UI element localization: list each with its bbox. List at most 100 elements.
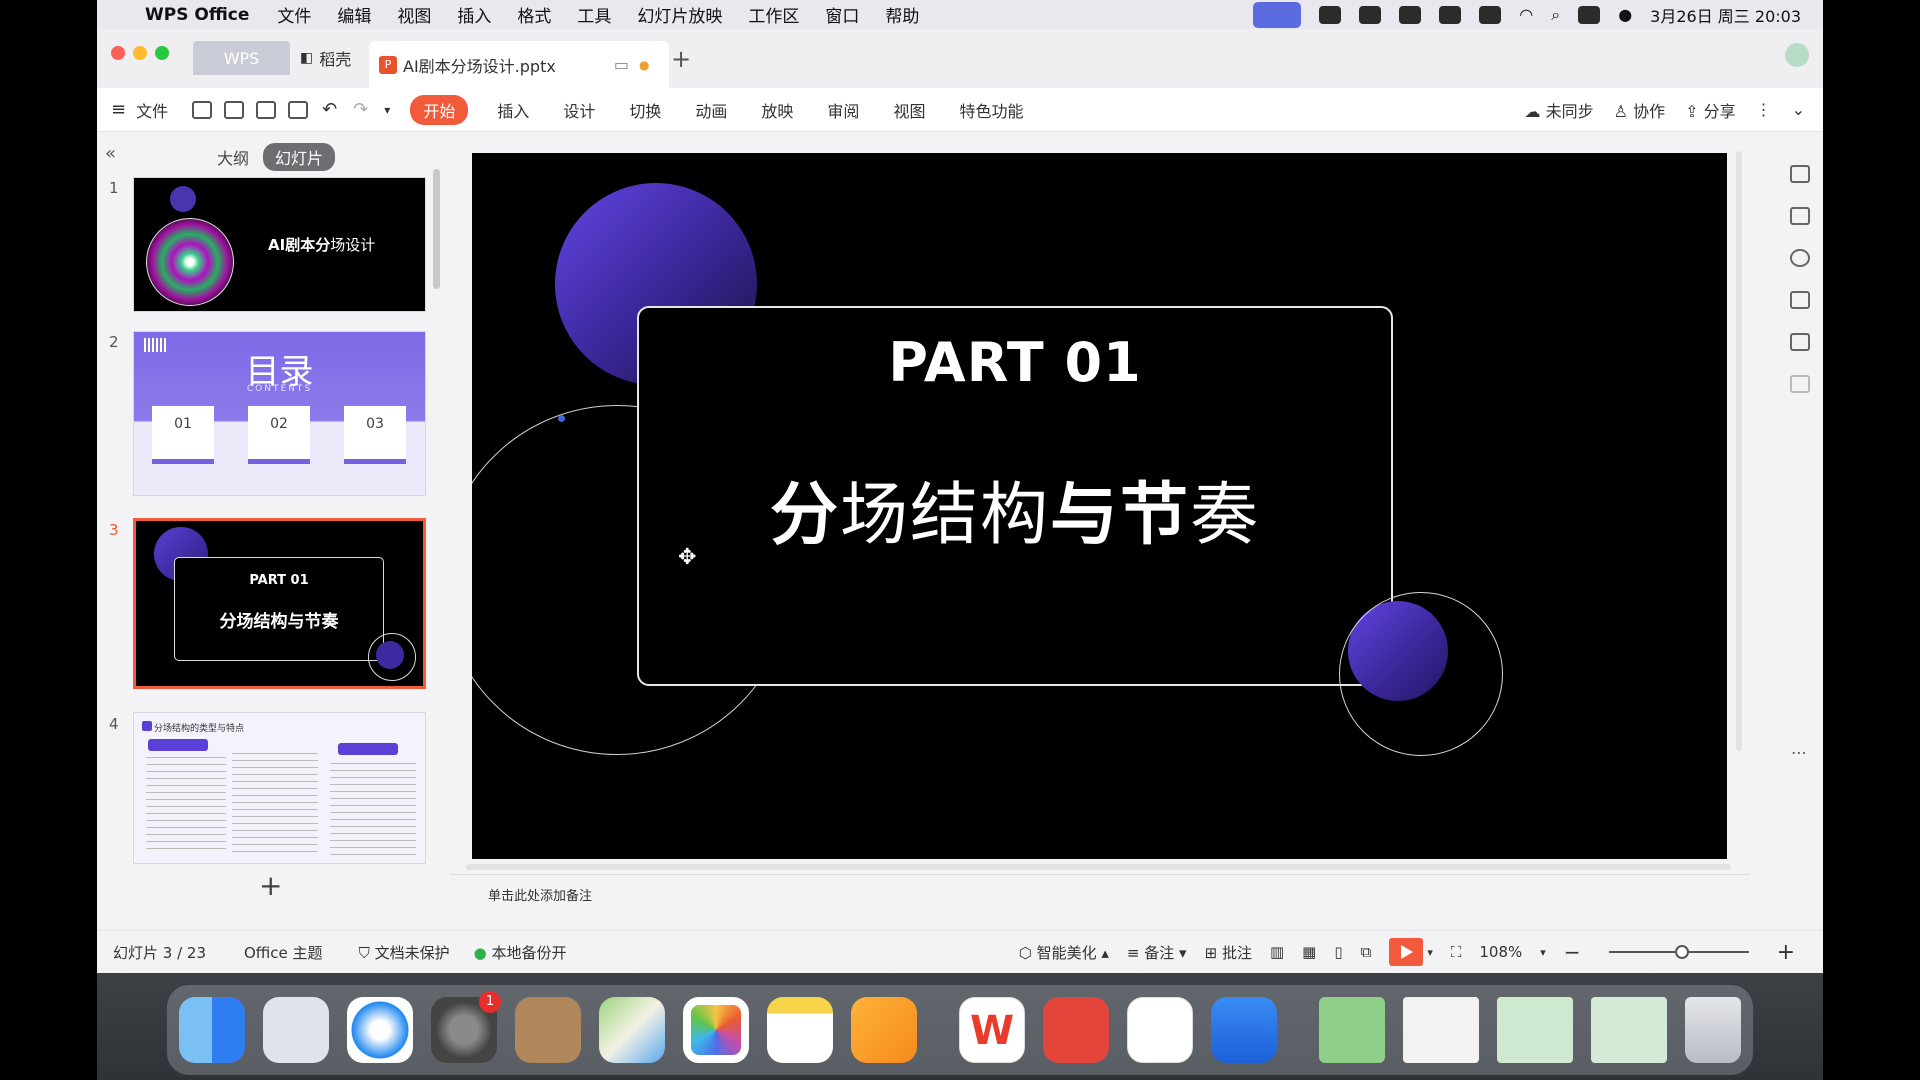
star-icon[interactable] [1790,291,1810,309]
present-icon[interactable]: ▭ [614,55,629,74]
redo-icon[interactable]: ↷ [353,99,368,120]
horizontal-scrollbar[interactable] [466,864,1731,870]
slides-tab[interactable]: 幻灯片 [263,143,336,171]
collab-button[interactable]: ♙ 协作 [1614,98,1665,122]
ring-handle-dot[interactable] [558,415,565,422]
slide-part-label[interactable]: PART 01 [637,331,1393,394]
comment-icon[interactable] [1790,333,1810,351]
menu-workspace[interactable]: 工作区 [748,2,799,27]
siri-icon[interactable]: ● [1618,5,1632,24]
menu-format[interactable]: 格式 [517,2,551,27]
zoom-slider-knob[interactable] [1674,945,1689,959]
wifi-icon[interactable]: ◠ [1519,5,1533,24]
tab-wps-home[interactable]: WPS [193,41,290,75]
print-preview-icon[interactable] [288,100,309,119]
tab-document[interactable]: P AI剧本分场设计.pptx ▭ ● [369,41,669,88]
spotlight-icon[interactable]: ⌕ [1551,5,1560,25]
tab-special-features[interactable]: 特色功能 [959,98,1023,122]
zoom-out-button[interactable]: − [1564,940,1581,964]
screen-share-icon[interactable] [1253,1,1302,28]
collapse-ribbon-icon[interactable]: ⌄ [1792,100,1805,119]
wps-pdf-icon[interactable] [1043,997,1109,1063]
feishu-icon[interactable] [1127,997,1193,1063]
print-icon[interactable] [256,100,277,119]
zoom-level[interactable]: 108% [1479,943,1522,961]
recent-doc-thumb[interactable] [1497,997,1573,1063]
sorter-view-icon[interactable]: ▦ [1302,943,1316,961]
normal-view-icon[interactable]: ▥ [1270,943,1284,961]
tab-transitions[interactable]: 切换 [629,98,661,122]
fit-window-icon[interactable]: ⛶ [1451,943,1462,961]
tab-animations[interactable]: 动画 [695,98,727,122]
play-tray-icon[interactable] [1399,5,1422,24]
slide-canvas[interactable]: PART 01 分场结构与节奏 ✥ [472,153,1727,859]
pages-icon[interactable] [851,997,917,1063]
collapse-panel-icon[interactable]: « [105,143,116,164]
recent-window-thumb[interactable] [1403,997,1479,1063]
notes-toggle-button[interactable]: ≡ 备注 ▾ [1127,942,1187,963]
account-avatar[interactable] [1785,43,1809,67]
contacts-icon[interactable] [515,997,581,1063]
slide-thumb-2[interactable]: 目录 CONTENTS 01 02 03 [133,331,426,496]
menu-help[interactable]: 帮助 [885,2,919,27]
cube-icon[interactable] [1790,375,1810,393]
slide-thumb-3[interactable]: PART 01 分场结构与节奏 [133,518,426,689]
slide-thumb-4[interactable]: 分场结构的类型与特点 [133,712,426,864]
folder-icon[interactable] [1319,997,1385,1063]
wps-tray-icon[interactable] [1319,5,1342,24]
recent-doc-thumb[interactable] [1591,997,1667,1063]
close-window-button[interactable] [111,46,125,60]
save-icon[interactable] [192,100,213,119]
tab-insert[interactable]: 插入 [497,98,529,122]
export-icon[interactable] [224,100,245,119]
sync-button[interactable]: ☁ 未同步 [1525,98,1594,122]
app-menu[interactable]: WPS Office [145,5,249,25]
zoom-dropdown-icon[interactable]: ▾ [1540,946,1546,959]
input-method-icon[interactable] [1439,5,1462,24]
play-slideshow-button[interactable] [1389,938,1424,966]
menu-hamburger-icon[interactable]: ≡ [111,99,126,120]
live-app-icon[interactable] [1211,997,1277,1063]
menu-tools[interactable]: 工具 [577,2,611,27]
menu-insert[interactable]: 插入 [457,2,491,27]
add-slide-button[interactable]: + [259,869,282,902]
menu-slideshow[interactable]: 幻灯片放映 [637,2,722,27]
design-icon[interactable] [1790,207,1810,225]
launchpad-icon[interactable] [263,997,329,1063]
safari-icon[interactable] [347,997,413,1063]
new-tab-button[interactable]: + [671,45,691,73]
tab-slideshow[interactable]: 放映 [761,98,793,122]
menu-window[interactable]: 窗口 [825,2,859,27]
reading-view-icon[interactable]: ▯ [1334,943,1342,961]
comment-button[interactable]: ⊞ 批注 [1205,942,1252,963]
protect-status[interactable]: ⛉ 文档未保护 [359,942,450,963]
backup-status[interactable]: ● 本地备份开 [474,942,567,963]
zoom-window-button[interactable] [155,46,169,60]
menu-view[interactable]: 视图 [397,2,431,27]
theme-name[interactable]: Office 主题 [244,942,323,963]
vertical-scrollbar[interactable] [1736,151,1742,751]
properties-icon[interactable] [1790,165,1810,183]
undo-icon[interactable]: ↶ [322,99,337,120]
battery-icon[interactable] [1479,5,1502,24]
history-icon[interactable] [1790,249,1810,267]
system-settings-icon[interactable]: 1 [431,991,501,1063]
wps-office-icon[interactable]: W [959,997,1025,1063]
quick-access-dropdown-icon[interactable]: ▾ [384,103,390,117]
photos-icon[interactable] [683,997,749,1063]
menu-file[interactable]: 文件 [277,2,311,27]
feishu-tray-icon[interactable] [1359,5,1382,24]
tab-home[interactable]: 开始 [410,94,469,125]
smart-beautify-button[interactable]: ⬡ 智能美化 ▴ [1019,942,1109,963]
more-icon[interactable]: ⋮ [1756,100,1772,119]
notes-icon[interactable] [767,997,833,1063]
clock[interactable]: 3月26日 周三 20:03 [1650,3,1801,27]
zoom-in-button[interactable]: + [1777,940,1795,965]
trash-icon[interactable] [1685,997,1741,1063]
play-dropdown-icon[interactable]: ▾ [1427,946,1433,959]
minimize-window-button[interactable] [133,46,147,60]
tab-review[interactable]: 审阅 [827,98,859,122]
tab-view[interactable]: 视图 [893,98,925,122]
menu-edit[interactable]: 编辑 [337,2,371,27]
slide-title[interactable]: 分场结构与节奏 [637,459,1393,558]
